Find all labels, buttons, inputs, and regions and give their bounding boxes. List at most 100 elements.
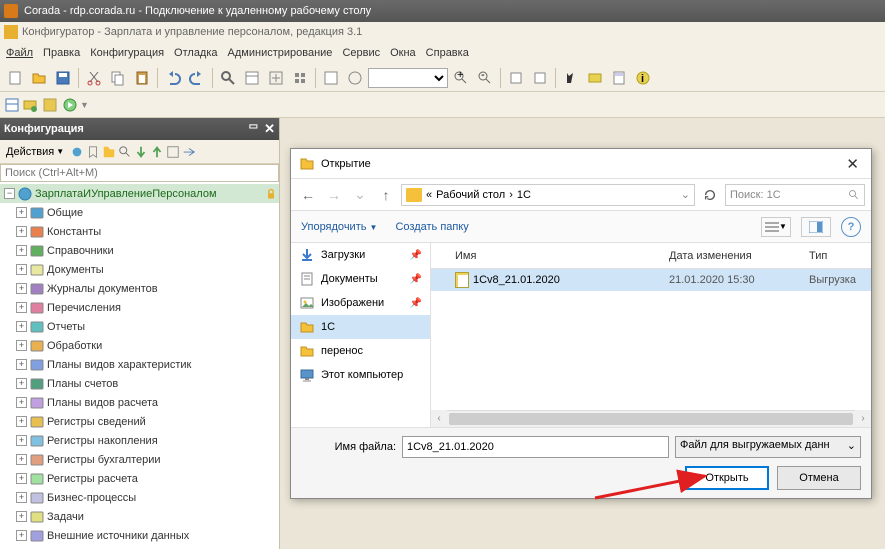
refresh-button[interactable] — [699, 184, 721, 206]
tree-root[interactable]: − ЗарплатаИУправлениеПерсоналом — [0, 184, 279, 203]
open-button[interactable] — [28, 67, 50, 89]
action-btn-1[interactable] — [70, 145, 84, 159]
expand-icon[interactable]: + — [16, 302, 27, 313]
organize-menu[interactable]: Упорядочить ▼ — [301, 221, 377, 233]
scroll-left-button[interactable]: ‹ — [431, 410, 447, 427]
tree-item[interactable]: + Обработки — [0, 336, 279, 355]
action-btn-8[interactable] — [182, 145, 196, 159]
action-btn-7[interactable] — [166, 145, 180, 159]
expand-icon[interactable]: + — [16, 492, 27, 503]
breadcrumb-part-0[interactable]: Рабочий стол — [436, 189, 505, 201]
place-item[interactable]: перенос — [291, 339, 430, 363]
expand-icon[interactable]: + — [16, 416, 27, 427]
expand-icon[interactable]: + — [16, 454, 27, 465]
breadcrumb-dropdown[interactable]: ⌄ — [681, 188, 690, 201]
expand-icon[interactable]: + — [16, 473, 27, 484]
action-btn-2[interactable] — [86, 145, 100, 159]
tree-item[interactable]: + Регистры накопления — [0, 431, 279, 450]
actions-menu[interactable]: Действия▼ — [2, 144, 68, 160]
run-button[interactable] — [62, 97, 78, 113]
tool-btn-1[interactable] — [241, 67, 263, 89]
dropdown-arrow-icon[interactable]: ▼ — [80, 100, 89, 110]
action-btn-3[interactable] — [102, 145, 116, 159]
tree-item[interactable]: + Перечисления — [0, 298, 279, 317]
save-button[interactable] — [52, 67, 74, 89]
tree-item[interactable]: + Регистры сведений — [0, 412, 279, 431]
tree-item[interactable]: + Внешние источники данных — [0, 526, 279, 545]
expand-icon[interactable]: + — [16, 321, 27, 332]
debug-button[interactable] — [560, 67, 582, 89]
col-date[interactable]: Дата изменения — [661, 250, 801, 262]
new-folder-button[interactable]: Создать папку — [395, 221, 468, 233]
tree-item[interactable]: + Отчеты — [0, 317, 279, 336]
tree-item[interactable]: + Задачи — [0, 507, 279, 526]
sidebar-close-button[interactable]: ✕ — [264, 121, 275, 137]
action-btn-5[interactable] — [134, 145, 148, 159]
tree-item[interactable]: + Бизнес-процессы — [0, 488, 279, 507]
zoom-out-button[interactable]: - — [474, 67, 496, 89]
expand-icon[interactable]: + — [16, 245, 27, 256]
action-btn-6[interactable] — [150, 145, 164, 159]
tree-item[interactable]: + Регистры расчета — [0, 469, 279, 488]
scroll-right-button[interactable]: › — [855, 410, 871, 427]
menu-service[interactable]: Сервис — [342, 47, 380, 59]
menu-debug[interactable]: Отладка — [174, 47, 217, 59]
place-item[interactable]: Этот компьютер — [291, 363, 430, 387]
new-button[interactable] — [4, 67, 26, 89]
tool2-btn-3[interactable] — [42, 97, 58, 113]
cut-button[interactable] — [83, 67, 105, 89]
cancel-button[interactable]: Отмена — [777, 466, 861, 490]
expand-icon[interactable]: − — [4, 188, 15, 199]
dialog-search[interactable]: Поиск: 1С — [725, 184, 865, 206]
expand-icon[interactable]: + — [16, 226, 27, 237]
menu-admin[interactable]: Администрирование — [228, 47, 333, 59]
tree-item[interactable]: + Планы видов характеристик — [0, 355, 279, 374]
tree-item[interactable]: + Журналы документов — [0, 279, 279, 298]
file-row[interactable]: 1Cv8_21.01.2020 21.01.2020 15:30 Выгрузк… — [431, 269, 871, 291]
redo-button[interactable] — [186, 67, 208, 89]
tree-item[interactable]: + Общие — [0, 203, 279, 222]
place-item[interactable]: Изображени📌 — [291, 291, 430, 315]
open-button[interactable]: Открыть — [685, 466, 769, 490]
expand-icon[interactable]: + — [16, 397, 27, 408]
dialog-close-button[interactable]: ✕ — [842, 155, 863, 173]
preview-pane-button[interactable] — [801, 217, 831, 237]
breadcrumb[interactable]: « Рабочий стол › 1С ⌄ — [401, 184, 695, 206]
place-item[interactable]: Документы📌 — [291, 267, 430, 291]
search-button[interactable] — [217, 67, 239, 89]
view-mode-button[interactable]: ▼ — [761, 217, 791, 237]
sidebar-pin-icon[interactable]: ▭ — [249, 121, 258, 137]
tree-item[interactable]: + Планы видов расчета — [0, 393, 279, 412]
zoom-in-button[interactable]: + — [450, 67, 472, 89]
nav-back-button[interactable]: ← — [297, 184, 319, 206]
tool-btn-3[interactable] — [289, 67, 311, 89]
menu-config[interactable]: Конфигурация — [90, 47, 164, 59]
search-input[interactable] — [0, 164, 279, 182]
menu-edit[interactable]: Правка — [43, 47, 80, 59]
tool-btn-8[interactable] — [584, 67, 606, 89]
tool2-btn-1[interactable] — [4, 97, 20, 113]
tool-btn-6[interactable] — [505, 67, 527, 89]
h-scrollbar[interactable] — [447, 410, 855, 427]
col-name[interactable]: Имя — [447, 250, 661, 262]
nav-forward-button[interactable]: → — [323, 184, 345, 206]
tool-btn-2[interactable] — [265, 67, 287, 89]
tool2-btn-2[interactable] — [22, 97, 38, 113]
expand-icon[interactable]: + — [16, 359, 27, 370]
expand-icon[interactable]: + — [16, 340, 27, 351]
breadcrumb-part-1[interactable]: 1С — [517, 189, 531, 201]
menu-help[interactable]: Справка — [426, 47, 469, 59]
filename-input[interactable] — [402, 436, 669, 458]
expand-icon[interactable]: + — [16, 378, 27, 389]
place-item[interactable]: 1С — [291, 315, 430, 339]
expand-icon[interactable]: + — [16, 207, 27, 218]
tool-btn-4[interactable] — [320, 67, 342, 89]
dialog-help-button[interactable]: ? — [841, 217, 861, 237]
place-item[interactable]: Загрузки📌 — [291, 243, 430, 267]
tree-item[interactable]: + Регистры бухгалтерии — [0, 450, 279, 469]
filter-select[interactable]: Файл для выгружаемых данн — [675, 436, 861, 458]
menu-windows[interactable]: Окна — [390, 47, 416, 59]
expand-icon[interactable]: + — [16, 511, 27, 522]
paste-button[interactable] — [131, 67, 153, 89]
expand-icon[interactable]: + — [16, 264, 27, 275]
